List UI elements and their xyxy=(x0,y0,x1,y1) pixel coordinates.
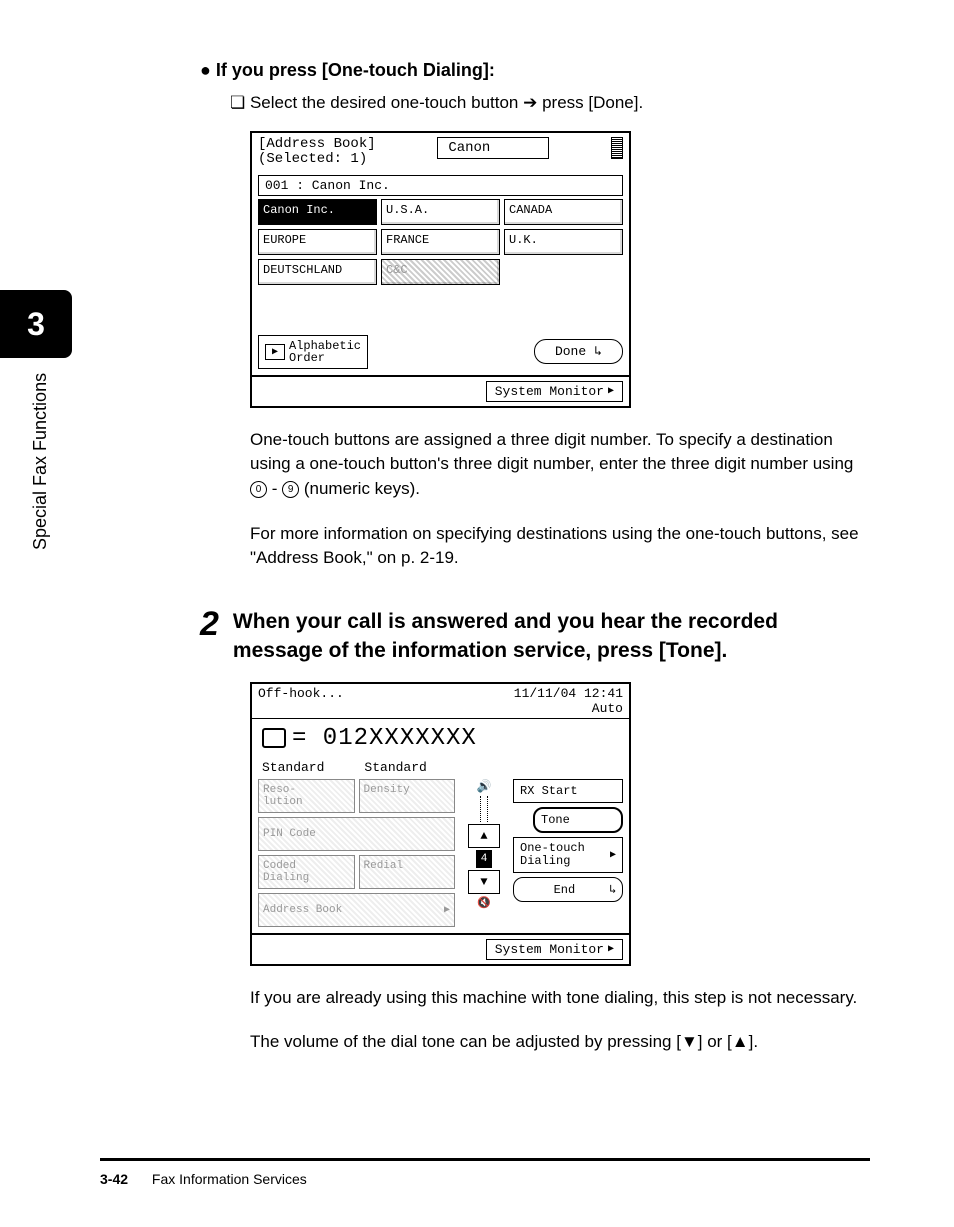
play-icon: ▶ xyxy=(265,344,285,360)
chapter-side-tab: 3 Special Fax Functions xyxy=(0,290,72,560)
address-book-title: [Address Book] (Selected: 1) xyxy=(258,137,376,168)
sysmon-label: System Monitor xyxy=(495,942,604,957)
section-heading: If you press [One-touch Dialing]: xyxy=(200,60,870,81)
volume-column: 🔊 ▲ 4 ▼ 🔇 xyxy=(461,779,507,927)
redial-button[interactable]: Redial xyxy=(359,855,456,889)
return-icon: ↲ xyxy=(594,344,602,359)
standard-row: Standard Standard xyxy=(252,758,629,777)
footer-rule xyxy=(100,1158,870,1161)
para1-text: One-touch buttons are assigned a three d… xyxy=(250,430,853,474)
one-touch-dialing-button[interactable]: One-touch Dialing ▶ xyxy=(513,837,623,873)
one-touch-button[interactable]: CANADA xyxy=(504,199,623,225)
instruction-line: Select the desired one-touch button ➔ pr… xyxy=(230,93,870,113)
address-book-screen: [Address Book] (Selected: 1) Canon 001 :… xyxy=(250,131,631,408)
one-touch-grid: Canon Inc. U.S.A. CANADA EUROPE FRANCE U… xyxy=(252,199,629,289)
done-button[interactable]: Done ↲ xyxy=(534,339,623,364)
chapter-number-box: 3 xyxy=(0,290,72,358)
page-number: 3-42 xyxy=(100,1171,128,1187)
instruction-text-post: press [Done]. xyxy=(537,93,643,112)
speaker-mute-icon: 🔇 xyxy=(477,896,491,910)
ab-title-line1: [Address Book] xyxy=(258,137,376,152)
end-button[interactable]: End ↲ xyxy=(513,877,623,902)
numeric-key-9-icon: 9 xyxy=(282,481,299,498)
footer-title: Fax Information Services xyxy=(152,1171,307,1187)
volume-down-button[interactable]: ▼ xyxy=(468,870,500,894)
sysmon-label: System Monitor xyxy=(495,384,604,399)
rx-start-button[interactable]: RX Start xyxy=(513,779,623,803)
onetouch-label: One-touch Dialing xyxy=(520,842,585,868)
step-number: 2 xyxy=(200,607,219,666)
one-touch-button[interactable]: DEUTSCHLAND xyxy=(258,259,377,285)
phone-icon xyxy=(262,728,286,748)
off-hook-screen: Off-hook... 11/11/04 12:41 Auto = 012XXX… xyxy=(250,682,631,966)
coded-dialing-button[interactable]: Coded Dialing xyxy=(258,855,355,889)
paragraph-4: The volume of the dial tone can be adjus… xyxy=(250,1030,870,1055)
alpha-label: Alphabetic Order xyxy=(289,340,361,364)
standard-1: Standard xyxy=(262,760,324,775)
para4-post: ]. xyxy=(749,1032,758,1051)
chevron-right-icon: ▶ xyxy=(608,943,614,955)
chapter-number: 3 xyxy=(27,306,45,343)
right-button-column: RX Start Tone One-touch Dialing ▶ End ↲ xyxy=(513,779,623,927)
search-input[interactable]: Canon xyxy=(437,137,549,159)
one-touch-button[interactable]: FRANCE xyxy=(381,229,500,255)
addrbook-label: Address Book xyxy=(263,904,342,916)
datetime-label: 11/11/04 12:41 xyxy=(514,686,623,701)
address-book-button[interactable]: Address Book ▶ xyxy=(258,893,455,927)
system-monitor-button[interactable]: System Monitor ▶ xyxy=(486,939,623,960)
alphabetic-order-button[interactable]: ▶ Alphabetic Order xyxy=(258,335,368,369)
arrow-right-icon: ➔ xyxy=(523,93,537,112)
one-touch-button[interactable]: U.K. xyxy=(504,229,623,255)
paragraph-3: If you are already using this machine wi… xyxy=(250,986,870,1011)
auto-label: Auto xyxy=(592,701,623,716)
step-2: 2 When your call is answered and you hea… xyxy=(200,607,870,666)
para1-mid: - xyxy=(267,479,282,498)
dial-display: = 012XXXXXXX xyxy=(252,719,629,758)
standard-2: Standard xyxy=(364,760,426,775)
chevron-right-icon: ▶ xyxy=(610,849,616,861)
paragraph-2: For more information on specifying desti… xyxy=(250,522,870,571)
ab-title-line2: (Selected: 1) xyxy=(258,152,376,167)
offhook-label: Off-hook... xyxy=(258,686,344,716)
page-footer: 3-42 Fax Information Services xyxy=(100,1171,307,1187)
resolution-button[interactable]: Reso- lution xyxy=(258,779,355,813)
done-label: Done xyxy=(555,344,586,359)
tone-button[interactable]: Tone xyxy=(533,807,623,833)
speaker-icon: 🔊 xyxy=(477,779,492,794)
para4-pre: The volume of the dial tone can be adjus… xyxy=(250,1032,681,1051)
volume-level: 4 xyxy=(476,850,492,868)
pin-code-button[interactable]: PIN Code xyxy=(258,817,455,851)
numeric-key-0-icon: 0 xyxy=(250,481,267,498)
step-heading: When your call is answered and you hear … xyxy=(233,607,870,666)
volume-slider-top xyxy=(480,796,488,822)
return-icon: ↲ xyxy=(609,882,616,897)
instruction-text-pre: Select the desired one-touch button xyxy=(250,93,523,112)
para1-end: (numeric keys). xyxy=(299,479,420,498)
chevron-right-icon: ▶ xyxy=(444,904,450,916)
left-button-column: Reso- lution Density PIN Code Coded Dial… xyxy=(258,779,455,927)
scroll-up-icon[interactable] xyxy=(611,137,623,159)
volume-up-button[interactable]: ▲ xyxy=(468,824,500,848)
one-touch-button[interactable]: Canon Inc. xyxy=(258,199,377,225)
density-button[interactable]: Density xyxy=(359,779,456,813)
para4-mid: ] or [ xyxy=(698,1032,732,1051)
system-monitor-button[interactable]: System Monitor ▶ xyxy=(486,381,623,402)
end-label: End xyxy=(554,883,576,897)
one-touch-button[interactable]: U.S.A. xyxy=(381,199,500,225)
one-touch-button[interactable]: C&C xyxy=(381,259,500,285)
one-touch-button[interactable]: EUROPE xyxy=(258,229,377,255)
paragraph-1: One-touch buttons are assigned a three d… xyxy=(250,428,870,502)
selected-entry-row: 001 : Canon Inc. xyxy=(258,175,623,196)
chapter-label: Special Fax Functions xyxy=(30,373,51,550)
dial-number: = 012XXXXXXX xyxy=(292,725,477,752)
down-triangle-icon: ▼ xyxy=(681,1032,698,1051)
chevron-right-icon: ▶ xyxy=(608,385,614,397)
up-triangle-icon: ▲ xyxy=(732,1032,749,1051)
